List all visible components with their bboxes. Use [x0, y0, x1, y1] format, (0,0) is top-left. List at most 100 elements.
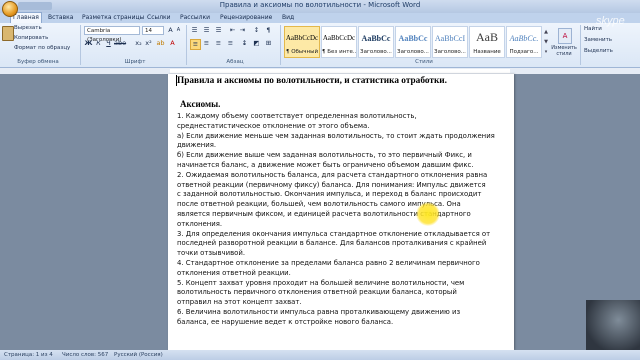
ruler-paper-area: [170, 69, 510, 73]
status-bar: Страница: 1 из 4 Число слов: 567 Русский…: [0, 350, 640, 360]
numbering-icon[interactable]: ☰: [202, 26, 211, 35]
style-heading-3[interactable]: AaBbCcI Заголово...: [432, 26, 468, 58]
window-title: Правила и аксиомы по волотильности - Mic…: [219, 1, 421, 9]
tab-mailings[interactable]: Рассылки: [178, 13, 212, 23]
text-line: 6. Величина волотильности импульса равна…: [177, 307, 461, 316]
style-name: ¶ Без инте...: [322, 49, 356, 55]
superscript-button[interactable]: x²: [144, 39, 153, 48]
text-line: 4. Стандартное отклонение за пределами б…: [177, 258, 480, 267]
document-body[interactable]: 1. Каждому объему соответствует определе…: [177, 112, 507, 328]
bold-button[interactable]: Ж: [84, 39, 93, 48]
copy-button[interactable]: Копировать: [14, 35, 48, 41]
bullets-icon[interactable]: ☰: [190, 26, 199, 35]
separator: [580, 25, 581, 65]
replace-button[interactable]: Заменить: [584, 37, 612, 43]
subscript-button[interactable]: x₂: [134, 39, 143, 48]
font-size-box[interactable]: 14: [142, 26, 164, 35]
text-line: баланса, ее нарушение ведет к отстройке …: [177, 317, 394, 326]
gallery-scroll-icon[interactable]: ▲ ▼ ▾: [543, 27, 549, 57]
text-line: волотильность первичного отклонения отве…: [177, 288, 457, 297]
multilevel-list-icon[interactable]: ☰: [214, 26, 223, 35]
styles-group-label: Стили: [415, 59, 433, 65]
office-button[interactable]: [2, 1, 18, 17]
line-spacing-icon[interactable]: ↨: [240, 39, 249, 48]
text-line: б) Если движение выше чем заданная волот…: [177, 151, 472, 160]
italic-button[interactable]: К: [94, 39, 103, 48]
style-sample: AaB: [476, 30, 498, 44]
style-sample: AaBbCcI: [434, 34, 466, 43]
style-sample: AaBbCcDc: [322, 34, 356, 42]
text-line: точки отзывчивой.: [177, 249, 246, 258]
text-line: движения.: [177, 141, 217, 150]
text-line: 2. Ожидаемая волотильность баланса, для …: [177, 170, 488, 179]
increase-indent-icon[interactable]: ⇥: [238, 26, 247, 35]
justify-icon[interactable]: ≡: [226, 39, 235, 48]
style-title[interactable]: AaB Название: [469, 26, 505, 58]
style-subtitle[interactable]: AaBbCc. Подзаго...: [506, 26, 542, 58]
highlight-color-icon[interactable]: ab: [156, 39, 165, 48]
style-sample: AaBbCc: [398, 34, 428, 43]
style-heading-1[interactable]: AaBbCc Заголово...: [358, 26, 394, 58]
style-sample: AaBbCc.: [509, 34, 539, 43]
style-name: ¶ Обычный: [285, 49, 319, 55]
font-color-icon[interactable]: A: [168, 39, 177, 48]
style-name: Название: [473, 49, 501, 55]
decrease-indent-icon[interactable]: ⇤: [228, 26, 237, 35]
align-left-icon[interactable]: ≡: [190, 39, 201, 50]
tab-insert[interactable]: Вставка: [46, 13, 75, 23]
style-normal[interactable]: AaBbCcDc ¶ Обычный: [284, 26, 320, 58]
text-line: среднестатистическое отклонение от этого…: [177, 121, 370, 130]
borders-icon[interactable]: ⊞: [264, 39, 273, 48]
text-line: 3. Для определения окончания импульса ст…: [177, 229, 491, 238]
align-center-icon[interactable]: ≡: [202, 39, 211, 48]
mouse-pointer-highlight: [416, 202, 440, 226]
text-line: отклонения.: [177, 219, 223, 228]
paste-icon[interactable]: [2, 26, 14, 41]
text-line: отправил на этот концепт захват.: [177, 298, 302, 307]
font-group-label: Шрифт: [124, 59, 146, 65]
style-no-spacing[interactable]: AaBbCcDc ¶ Без инте...: [321, 26, 357, 58]
word-count-status[interactable]: Число слов: 567: [62, 350, 108, 360]
shading-icon[interactable]: ◩: [252, 39, 261, 48]
document-heading[interactable]: Правила и аксиомы по волотильности, и ст…: [177, 76, 510, 86]
text-line: последней разворотной реакции в балансе.…: [177, 239, 487, 248]
text-line: с заданной волотильностью. Окончания имп…: [177, 190, 482, 199]
tab-review[interactable]: Рецензирование: [218, 13, 274, 23]
text-line: начинается баланс, а движение может быть…: [177, 160, 474, 169]
ribbon-tabs: Главная Вставка Разметка страницы Ссылки…: [0, 12, 640, 24]
change-styles-button[interactable]: Изменить стили: [551, 45, 577, 57]
format-painter-button[interactable]: Формат по образцу: [14, 45, 70, 51]
show-marks-icon[interactable]: ¶: [264, 26, 273, 35]
align-right-icon[interactable]: ≡: [214, 39, 223, 48]
change-styles-icon[interactable]: A: [558, 28, 572, 44]
style-heading-2[interactable]: AaBbCc Заголово...: [395, 26, 431, 58]
text-line: 5. Концепт захват уровня проходит на бол…: [177, 278, 465, 287]
font-name-box[interactable]: Cambria (Заголовки): [84, 26, 140, 43]
skype-watermark: skype: [596, 15, 625, 27]
text-line: ответной реакции (первичному фиксу) бала…: [177, 180, 486, 189]
style-sample: AaBbCcDc: [285, 34, 319, 42]
shrink-font-icon[interactable]: A: [174, 26, 183, 35]
sort-icon[interactable]: ↕: [252, 26, 261, 35]
style-name: Заголово...: [434, 49, 466, 55]
title-bar: Правила и аксиомы по волотильности - Mic…: [0, 0, 640, 13]
axioms-subheading[interactable]: Аксиомы.: [180, 99, 220, 109]
clipboard-group-label: Буфер обмена: [17, 59, 59, 65]
tab-view[interactable]: Вид: [280, 13, 296, 23]
webcam-overlay: [586, 300, 640, 350]
strikethrough-button[interactable]: abe: [114, 39, 126, 48]
separator: [280, 25, 281, 65]
language-status[interactable]: Русский (Россия): [114, 350, 163, 360]
separator: [80, 25, 81, 65]
select-button[interactable]: Выделить: [584, 48, 613, 54]
document-page[interactable]: Правила и аксиомы по волотильности, и ст…: [168, 74, 514, 350]
underline-button[interactable]: Ч: [104, 39, 113, 48]
tab-page-layout[interactable]: Разметка страницы: [80, 13, 146, 23]
page-count-status[interactable]: Страница: 1 из 4: [4, 350, 53, 360]
text-line: после ответной реакции, большей, чем вол…: [177, 200, 461, 209]
ribbon-home: Вырезать Копировать Формат по образцу Бу…: [0, 23, 640, 68]
style-name: Подзаго...: [509, 49, 539, 55]
tab-references[interactable]: Ссылки: [145, 13, 173, 23]
cut-button[interactable]: Вырезать: [14, 25, 42, 31]
text-line: отклонения ответной реакции.: [177, 268, 291, 277]
